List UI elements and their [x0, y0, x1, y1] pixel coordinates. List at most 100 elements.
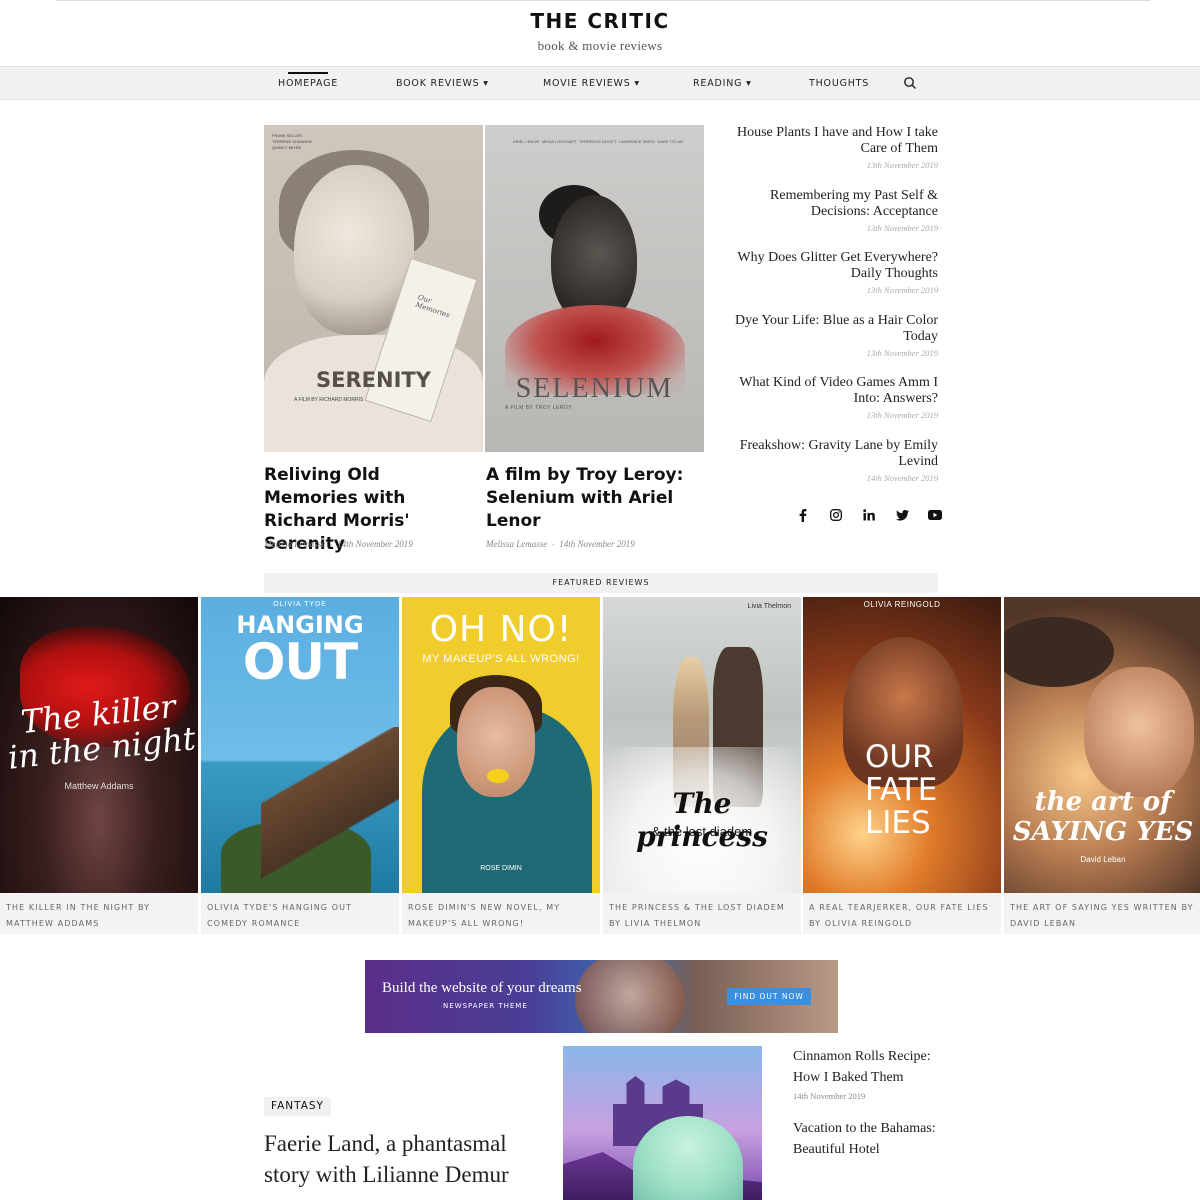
book-cover-image[interactable]: OH NO! MY MAKEUP'S ALL WRONG! ROSE DIMIN	[402, 597, 600, 893]
sidebar-post[interactable]: Why Does Glitter Get Everywhere? Daily T…	[724, 250, 938, 295]
cover-title: the art of SAYING YES	[1012, 787, 1194, 847]
social-links	[796, 508, 942, 522]
cover-title: OH NO!	[429, 609, 573, 650]
sidebar-post-date: 14th November 2019	[866, 473, 938, 483]
poster-byline: A FILM BY TROY LEROY	[505, 405, 573, 411]
ad-headline: Build the website of your dreams	[382, 980, 582, 996]
hero-post-meta-1: Melissa Lemasse - 14th November 2019	[264, 539, 413, 549]
search-icon[interactable]	[902, 75, 918, 91]
book-cover-image[interactable]: OLIVIA TYDE HANGING OUT	[201, 597, 399, 893]
related-post[interactable]: Cinnamon Rolls Recipe: How I Baked Them …	[793, 1046, 943, 1101]
cover-hat	[1004, 617, 1114, 687]
cover-author: ROSE DIMIN	[480, 865, 522, 872]
related-post-title[interactable]: Vacation to the Bahamas: Beautiful Hotel	[793, 1118, 943, 1160]
ad-banner[interactable]: Build the website of your dreams NEWSPAP…	[365, 960, 838, 1033]
youtube-icon[interactable]	[928, 508, 942, 522]
facebook-icon[interactable]	[796, 508, 810, 522]
featured-card-caption[interactable]: THE KILLER IN THE NIGHT BY MATTHEW ADDAM…	[6, 900, 194, 932]
sidebar-post-date: 13th November 2019	[866, 223, 938, 233]
cover-author: OLIVIA TYDE	[273, 601, 327, 608]
linkedin-icon[interactable]	[862, 508, 876, 522]
poster-byline: A FILM BY RICHARD MORRIS	[294, 397, 364, 403]
post-date: 14th November 2019	[337, 539, 413, 549]
post-date: 14th November 2019	[559, 539, 635, 549]
sidebar-post-date: 13th November 2019	[866, 160, 938, 170]
cover-subtitle: & the lost diadem	[651, 824, 753, 839]
poster-credits: FRANK SELLER TERRENE SHANNEN QUINCY MIYE…	[272, 133, 312, 150]
ad-model-image	[575, 960, 685, 1033]
sidebar-post[interactable]: Dye Your Life: Blue as a Hair Color Toda…	[724, 313, 938, 358]
related-post[interactable]: Vacation to the Bahamas: Beautiful Hotel	[793, 1118, 943, 1160]
sidebar-post-title[interactable]: Dye Your Life: Blue as a Hair Color Toda…	[724, 313, 938, 345]
sidebar-post-date: 13th November 2019	[866, 285, 938, 295]
cover-author: Matthew Addams	[64, 781, 134, 791]
cover-tree	[261, 727, 399, 893]
cover-subtitle: MY MAKEUP'S ALL WRONG!	[422, 653, 580, 665]
featured-card-caption[interactable]: ROSE DIMIN'S NEW NOVEL, MY MAKEUP'S ALL …	[408, 900, 596, 932]
nav-item-movie-reviews[interactable]: MOVIE REVIEWS ▾	[543, 78, 640, 89]
nav-item-reading[interactable]: READING ▾	[693, 78, 752, 89]
hero-poster-serenity[interactable]: FRANK SELLER TERRENE SHANNEN QUINCY MIYE…	[264, 125, 483, 452]
nav-item-book-reviews[interactable]: BOOK REVIEWS ▾	[396, 78, 489, 89]
sidebar-post-title[interactable]: Why Does Glitter Get Everywhere? Daily T…	[724, 250, 938, 282]
related-post-date: 14th November 2019	[793, 1091, 866, 1101]
hero-post-meta-2: Melissa Lemasse - 14th November 2019	[486, 539, 635, 549]
sidebar-post-title[interactable]: What Kind of Video Games Amm I Into: Ans…	[724, 375, 938, 407]
sidebar-post[interactable]: Remembering my Past Self & Decisions: Ac…	[724, 188, 938, 233]
cover-author: David Leban	[1080, 855, 1126, 864]
featured-card[interactable]: Livia Thelmon The princess & the lost di…	[603, 597, 801, 934]
book-cover-image[interactable]: Livia Thelmon The princess & the lost di…	[603, 597, 801, 893]
sidebar-post-title[interactable]: Remembering my Past Self & Decisions: Ac…	[724, 188, 938, 220]
category-tag[interactable]: FANTASY	[264, 1097, 331, 1116]
site-header: THE CRITIC book & movie reviews	[0, 9, 1200, 54]
mint-hair	[633, 1116, 743, 1200]
poster-title: SELENIUM	[515, 373, 674, 404]
sidebar-post-title[interactable]: Freakshow: Gravity Lane by Emily Levind	[724, 438, 938, 470]
site-tagline: book & movie reviews	[537, 38, 663, 53]
hero-post-title-2[interactable]: A film by Troy Leroy: Selenium with Arie…	[486, 464, 701, 533]
nav-item-thoughts[interactable]: THOUGHTS	[809, 78, 869, 89]
cover-title: The princess	[636, 787, 768, 853]
post-author[interactable]: Melissa Lemasse	[264, 539, 325, 549]
top-divider	[56, 0, 1150, 1]
featured-card-caption[interactable]: A REAL TEARJERKER, OUR FATE LIES BY OLIV…	[809, 900, 997, 932]
article-image[interactable]	[563, 1046, 762, 1200]
site-title[interactable]: THE CRITIC	[0, 9, 1200, 33]
featured-card[interactable]: OH NO! MY MAKEUP'S ALL WRONG! ROSE DIMIN…	[402, 597, 600, 934]
instagram-icon[interactable]	[829, 508, 843, 522]
twitter-icon[interactable]	[895, 508, 909, 522]
featured-card[interactable]: the art of SAYING YES David Leban THE AR…	[1004, 597, 1200, 934]
cover-author: Livia Thelmon	[747, 603, 791, 610]
post-author[interactable]: Melissa Lemasse	[486, 539, 547, 549]
poster-credits: ARIEL LENOR MEIVA LOCKHART TERRENCE DOSI…	[513, 139, 683, 144]
cover-face	[1084, 667, 1194, 797]
poster-title: SERENITY	[316, 368, 431, 392]
sidebar-post[interactable]: Freakshow: Gravity Lane by Emily Levind …	[724, 438, 938, 483]
ad-cta-button[interactable]: FIND OUT NOW	[727, 988, 811, 1005]
featured-card-caption[interactable]: OLIVIA TYDE'S HANGING OUT COMEDY ROMANCE	[207, 900, 395, 932]
featured-card-caption[interactable]: THE ART OF SAYING YES WRITTEN BY DAVID L…	[1010, 900, 1198, 932]
nav-item-homepage[interactable]: HOMEPAGE	[278, 72, 338, 89]
book-cover-image[interactable]: the art of SAYING YES David Leban	[1004, 597, 1200, 893]
featured-card[interactable]: OLIVIA REINGOLD OUR FATE LIES A REAL TEA…	[803, 597, 1001, 934]
article-title[interactable]: Faerie Land, a phantasmal story with Lil…	[264, 1128, 544, 1190]
hero-poster-selenium[interactable]: ARIEL LENOR MEIVA LOCKHART TERRENCE DOSI…	[485, 125, 704, 452]
book-cover-image[interactable]: The killer in the night Matthew Addams	[0, 597, 198, 893]
featured-card[interactable]: OLIVIA TYDE HANGING OUT OLIVIA TYDE'S HA…	[201, 597, 399, 934]
featured-reviews-heading: FEATURED REVIEWS	[264, 573, 938, 593]
featured-card[interactable]: The killer in the night Matthew Addams T…	[0, 597, 198, 934]
sidebar-post-date: 13th November 2019	[866, 348, 938, 358]
sidebar-post-date: 13th November 2019	[866, 410, 938, 420]
cover-lips	[487, 769, 509, 783]
cover-author: OLIVIA REINGOLD	[863, 600, 941, 609]
sidebar-post-title[interactable]: House Plants I have and How I take Care …	[724, 125, 938, 157]
book-cover-image[interactable]: OLIVIA REINGOLD OUR FATE LIES	[803, 597, 1001, 893]
ad-subline: NEWSPAPER THEME	[443, 1002, 528, 1010]
main-nav: HOMEPAGE BOOK REVIEWS ▾ MOVIE REVIEWS ▾ …	[0, 66, 1200, 100]
featured-card-caption[interactable]: THE PRINCESS & THE LOST DIADEM BY LIVIA …	[609, 900, 797, 932]
cover-title: OUR FATE LIES	[865, 739, 938, 841]
related-post-title[interactable]: Cinnamon Rolls Recipe: How I Baked Them	[793, 1046, 943, 1088]
sidebar-post[interactable]: What Kind of Video Games Amm I Into: Ans…	[724, 375, 938, 420]
sidebar-post[interactable]: House Plants I have and How I take Care …	[724, 125, 938, 170]
cover-title: OUT	[242, 633, 358, 691]
